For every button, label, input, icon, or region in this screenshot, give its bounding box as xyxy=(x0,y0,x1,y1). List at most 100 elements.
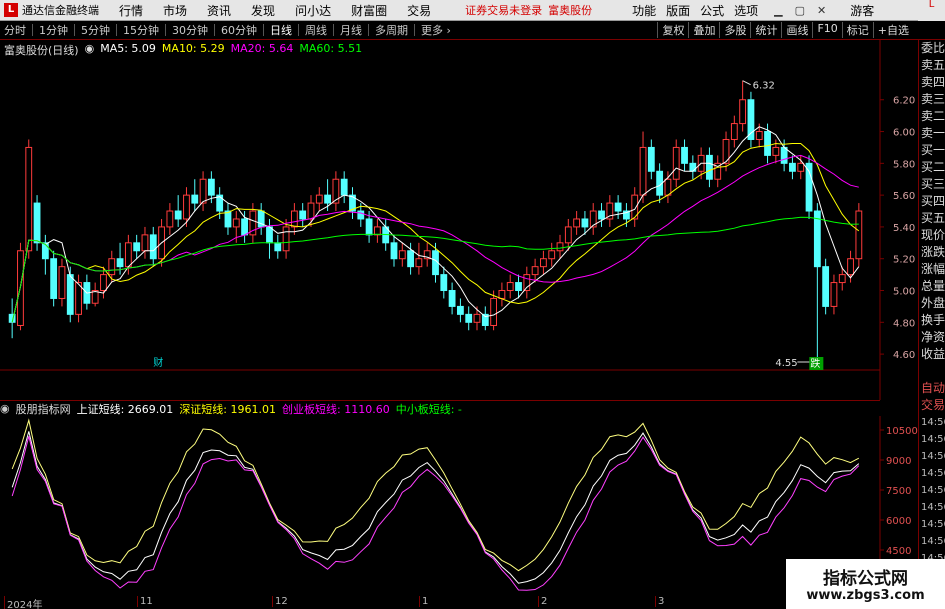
period-daily[interactable]: 日线 xyxy=(266,22,296,38)
candle-body xyxy=(598,210,605,220)
period-multi[interactable]: 多周期 xyxy=(371,22,412,38)
candle-body xyxy=(340,178,348,196)
ind-tick: 7500 xyxy=(886,486,911,497)
ind-tick: 10500 xyxy=(886,426,918,437)
tool-fuquan[interactable]: 复权 xyxy=(657,22,688,38)
period-more[interactable]: 更多 › xyxy=(417,22,455,38)
candle-body xyxy=(398,250,406,260)
candle-body xyxy=(573,218,581,228)
period-weekly[interactable]: 周线 xyxy=(301,22,331,38)
sidebar-item: 外盘 xyxy=(921,296,945,310)
candle-body xyxy=(448,290,456,307)
sidebar-item: 收益 xyxy=(921,347,945,361)
candle-body xyxy=(838,274,846,284)
period-60min[interactable]: 60分钟 xyxy=(217,22,261,38)
candle-body xyxy=(166,210,174,228)
tool-f10[interactable]: F10 xyxy=(812,22,841,38)
candle-body xyxy=(540,258,547,268)
ma20-line xyxy=(11,154,859,323)
menu-banmian[interactable]: 版面 xyxy=(666,2,690,19)
menu-jiaoyi[interactable]: 交易 xyxy=(407,2,431,19)
watermark: 指标公式网 www.zbgs3.com xyxy=(786,559,945,609)
candle-body xyxy=(324,194,331,204)
candle-body xyxy=(639,146,647,196)
sidebar-item: 14:56 xyxy=(921,468,945,479)
candle-body xyxy=(556,242,564,252)
menu-caifuquan[interactable]: 财富圈 xyxy=(351,2,387,19)
candle-body xyxy=(41,242,49,260)
candle-body xyxy=(100,274,107,292)
candle-body xyxy=(390,242,398,260)
kline-chart[interactable]: 6.20 6.00 5.80 5.60 5.40 5.20 5.00 4.80 4.60 6.32… xyxy=(0,40,915,400)
tool-huaxian[interactable]: 画线 xyxy=(781,22,812,38)
candle-body xyxy=(108,258,116,276)
menu-zixun[interactable]: 资讯 xyxy=(207,2,231,19)
candle-body xyxy=(855,210,863,260)
ma-legend: 富奥股份(日线) ◉ MA5: 5.09 MA10: 5.29 MA20: 5.… xyxy=(4,42,368,58)
candle-body xyxy=(523,274,531,292)
period-15min[interactable]: 15分钟 xyxy=(119,22,163,38)
candle-body xyxy=(91,290,99,304)
close-icon[interactable]: ✕ xyxy=(817,4,826,17)
candle-body xyxy=(805,162,813,212)
price-tick: 5.40 xyxy=(893,223,915,234)
watermark-url: www.zbgs3.com xyxy=(806,588,925,603)
stock-title: 富奥股份(日线) xyxy=(4,44,79,57)
price-tick: 6.00 xyxy=(893,128,915,139)
menu-hangqing[interactable]: 行情 xyxy=(119,2,143,19)
candle-body xyxy=(739,99,747,125)
price-tick: 5.60 xyxy=(893,191,915,202)
ind-tick: 6000 xyxy=(886,516,911,527)
kline-svg[interactable]: 6.20 6.00 5.80 5.60 5.40 5.20 5.00 4.80 4.60 6.32… xyxy=(0,40,918,400)
menu-shichang[interactable]: 市场 xyxy=(163,2,187,19)
guest-user[interactable]: 游客 xyxy=(850,2,874,19)
tool-biaoji[interactable]: 标记 xyxy=(841,22,873,38)
period-fenshi[interactable]: 分时 xyxy=(0,22,30,38)
menu-faxian[interactable]: 发现 xyxy=(251,2,275,19)
legend-toggle-icon[interactable]: ◉ xyxy=(85,42,95,58)
stock-name-link[interactable]: 富奥股份 xyxy=(548,2,592,18)
ind-tick: 4500 xyxy=(886,546,911,557)
candle-body xyxy=(141,234,149,252)
indicator-zx: 中小板短线: - xyxy=(395,402,462,416)
period-5min[interactable]: 5分钟 xyxy=(77,22,114,38)
candle-body xyxy=(830,282,838,307)
menu-gongshi[interactable]: 公式 xyxy=(700,2,724,19)
maximize-icon[interactable]: ▢ xyxy=(795,4,805,17)
candle-body xyxy=(116,258,124,268)
period-30min[interactable]: 30分钟 xyxy=(168,22,212,38)
price-tick: 5.20 xyxy=(893,255,915,266)
watermark-title: 指标公式网 xyxy=(823,569,908,589)
candle-body xyxy=(315,194,323,204)
candle-body xyxy=(564,226,572,244)
legend-ma5: MA5: 5.09 xyxy=(100,42,156,55)
menu-gongneng[interactable]: 功能 xyxy=(632,2,656,19)
legend-ma60: MA60: 5.51 xyxy=(299,42,363,55)
sidebar-item: 交易 xyxy=(921,398,945,412)
period-monthly[interactable]: 月线 xyxy=(336,22,366,38)
sidebar-item: 14:56 xyxy=(921,434,945,445)
ind-tick: 9000 xyxy=(886,456,911,467)
tool-zixuan[interactable]: +自选 xyxy=(872,22,913,38)
menu-wenxiaoda[interactable]: 问小达 xyxy=(295,2,331,19)
indicator-toggle-icon[interactable]: ◉ xyxy=(0,402,10,415)
candle-body xyxy=(299,210,307,220)
tool-diejia[interactable]: 叠加 xyxy=(688,22,719,38)
trade-login-notice[interactable]: 证券交易未登录 xyxy=(465,2,542,18)
date-tick: 11 xyxy=(137,596,153,607)
legend-ma10: MA10: 5.29 xyxy=(161,42,225,55)
menu-xuanxiang[interactable]: 选项 xyxy=(734,2,758,19)
candle-body xyxy=(33,202,41,244)
sidebar-item: 买一 xyxy=(921,143,945,157)
sidebar-item: 卖五 xyxy=(921,58,945,72)
indicator-svg[interactable]: 1050090007500600045003000 xyxy=(0,416,918,596)
price-tick: 6.20 xyxy=(893,96,915,107)
sidebar-item: 买四 xyxy=(921,194,945,208)
minimize-icon[interactable]: ▁ xyxy=(774,4,782,17)
menu-bar: L 通达信金融终端 行情 市场 资讯 发现 问小达 财富圈 交易 证券交易未登录… xyxy=(0,0,945,21)
osc-sh-line xyxy=(11,431,860,584)
candle-body xyxy=(822,266,830,307)
period-1min[interactable]: 1分钟 xyxy=(35,22,72,38)
tool-tongji[interactable]: 统计 xyxy=(750,22,781,38)
tool-duogu[interactable]: 多股 xyxy=(719,22,750,38)
